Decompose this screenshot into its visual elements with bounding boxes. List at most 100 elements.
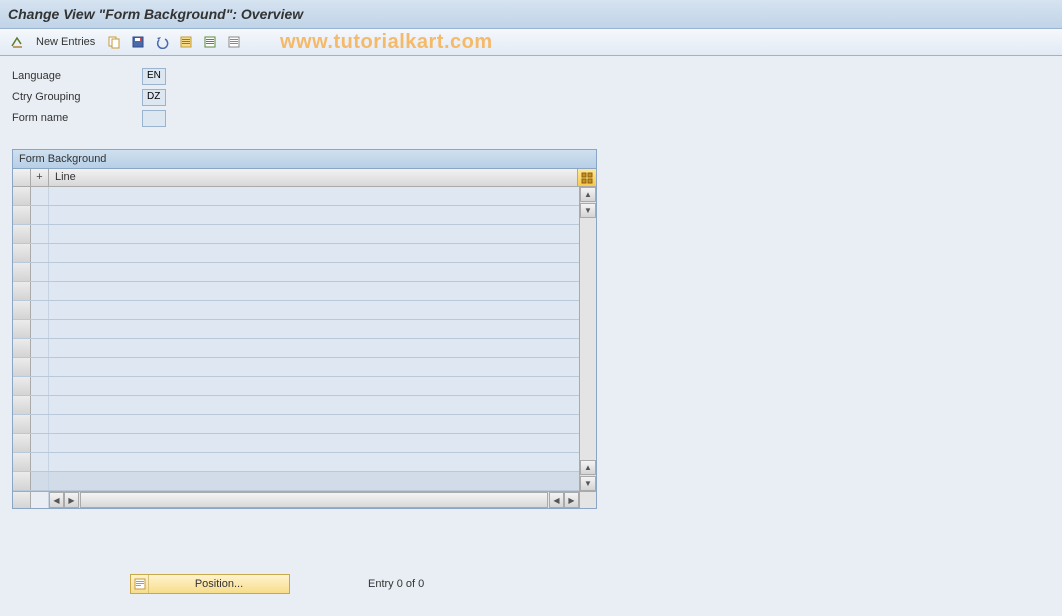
scroll-left-icon[interactable]: ◀ — [49, 492, 64, 508]
form-name-field[interactable] — [142, 110, 166, 127]
table-row[interactable] — [13, 282, 579, 301]
row-selector[interactable] — [13, 320, 31, 338]
table-row[interactable] — [13, 396, 579, 415]
row-plus-cell[interactable] — [31, 320, 49, 338]
table-row[interactable] — [13, 472, 579, 491]
horizontal-scrollbar[interactable]: ◀ ▶ ◀ ▶ — [13, 491, 596, 508]
table-header-row: + Line — [13, 169, 596, 187]
deselect-all-icon[interactable] — [225, 33, 243, 51]
table-config-icon[interactable] — [578, 169, 596, 186]
row-plus-cell[interactable] — [31, 244, 49, 262]
row-line-cell[interactable] — [49, 187, 579, 205]
row-plus-cell[interactable] — [31, 282, 49, 300]
table-row[interactable] — [13, 320, 579, 339]
row-line-cell[interactable] — [49, 339, 579, 357]
table-row[interactable] — [13, 453, 579, 472]
ctry-grouping-field[interactable]: DZ — [142, 89, 166, 106]
row-line-cell[interactable] — [49, 472, 579, 490]
table-row[interactable] — [13, 434, 579, 453]
vertical-scrollbar[interactable]: ▲ ▼ ▲ ▼ — [579, 187, 596, 491]
save-icon[interactable] — [129, 33, 147, 51]
scroll-up-icon[interactable]: ▲ — [580, 187, 596, 202]
row-line-cell[interactable] — [49, 396, 579, 414]
row-selector[interactable] — [13, 377, 31, 395]
row-plus-cell[interactable] — [31, 187, 49, 205]
row-line-cell[interactable] — [49, 282, 579, 300]
row-plus-cell[interactable] — [31, 377, 49, 395]
row-plus-cell[interactable] — [31, 453, 49, 471]
copy-icon[interactable] — [105, 33, 123, 51]
scroll-down-icon[interactable]: ▼ — [580, 203, 596, 218]
table-row[interactable] — [13, 301, 579, 320]
language-field[interactable]: EN — [142, 68, 166, 85]
table-row[interactable] — [13, 377, 579, 396]
row-line-cell[interactable] — [49, 206, 579, 224]
row-selector[interactable] — [13, 358, 31, 376]
row-plus-cell[interactable] — [31, 339, 49, 357]
row-plus-cell[interactable] — [31, 396, 49, 414]
row-plus-cell[interactable] — [31, 472, 49, 490]
scroll-down2-icon[interactable]: ▼ — [580, 476, 596, 491]
select-all-icon[interactable] — [177, 33, 195, 51]
table-header-plus[interactable]: + — [31, 169, 49, 186]
table-header-line[interactable]: Line — [49, 169, 578, 186]
row-plus-cell[interactable] — [31, 434, 49, 452]
row-line-cell[interactable] — [49, 415, 579, 433]
footer: Position... Entry 0 of 0 — [0, 570, 1062, 598]
row-line-cell[interactable] — [49, 453, 579, 471]
row-line-cell[interactable] — [49, 225, 579, 243]
title-bar: Change View "Form Background": Overview — [0, 0, 1062, 29]
position-button[interactable]: Position... — [130, 574, 290, 594]
row-selector[interactable] — [13, 206, 31, 224]
new-entries-button[interactable]: New Entries — [32, 34, 99, 50]
row-selector[interactable] — [13, 472, 31, 490]
table-row[interactable] — [13, 244, 579, 263]
scroll-left2-icon[interactable]: ◀ — [549, 492, 564, 508]
language-label: Language — [12, 70, 142, 82]
row-selector[interactable] — [13, 225, 31, 243]
hscroll-thumb[interactable] — [80, 492, 548, 508]
row-line-cell[interactable] — [49, 301, 579, 319]
row-plus-cell[interactable] — [31, 358, 49, 376]
table-row[interactable] — [13, 339, 579, 358]
row-line-cell[interactable] — [49, 244, 579, 262]
watermark-text: www.tutorialkart.com — [280, 31, 493, 54]
hscroll-corner — [13, 492, 31, 508]
row-selector[interactable] — [13, 244, 31, 262]
row-plus-cell[interactable] — [31, 225, 49, 243]
form-background-table: Form Background + Line ▲ ▼ ▲ ▼ ◀ ▶ ◀ ▶ — [12, 149, 597, 509]
table-row[interactable] — [13, 187, 579, 206]
scroll-right-icon[interactable]: ▶ — [64, 492, 79, 508]
form-name-label: Form name — [12, 112, 142, 124]
row-selector[interactable] — [13, 434, 31, 452]
row-plus-cell[interactable] — [31, 263, 49, 281]
row-plus-cell[interactable] — [31, 415, 49, 433]
select-block-icon[interactable] — [201, 33, 219, 51]
row-line-cell[interactable] — [49, 358, 579, 376]
undo-icon[interactable] — [153, 33, 171, 51]
row-selector[interactable] — [13, 396, 31, 414]
row-line-cell[interactable] — [49, 434, 579, 452]
scroll-up2-icon[interactable]: ▲ — [580, 460, 596, 475]
toggle-icon[interactable] — [8, 33, 26, 51]
row-line-cell[interactable] — [49, 263, 579, 281]
table-header-selector[interactable] — [13, 169, 31, 186]
table-row[interactable] — [13, 358, 579, 377]
table-row[interactable] — [13, 206, 579, 225]
row-selector[interactable] — [13, 282, 31, 300]
table-row[interactable] — [13, 263, 579, 282]
row-selector[interactable] — [13, 415, 31, 433]
table-row[interactable] — [13, 225, 579, 244]
row-selector[interactable] — [13, 453, 31, 471]
row-selector[interactable] — [13, 301, 31, 319]
row-plus-cell[interactable] — [31, 206, 49, 224]
table-rows — [13, 187, 579, 491]
scroll-right2-icon[interactable]: ▶ — [564, 492, 579, 508]
row-plus-cell[interactable] — [31, 301, 49, 319]
row-selector[interactable] — [13, 263, 31, 281]
row-line-cell[interactable] — [49, 377, 579, 395]
row-selector[interactable] — [13, 339, 31, 357]
table-row[interactable] — [13, 415, 579, 434]
row-selector[interactable] — [13, 187, 31, 205]
row-line-cell[interactable] — [49, 320, 579, 338]
